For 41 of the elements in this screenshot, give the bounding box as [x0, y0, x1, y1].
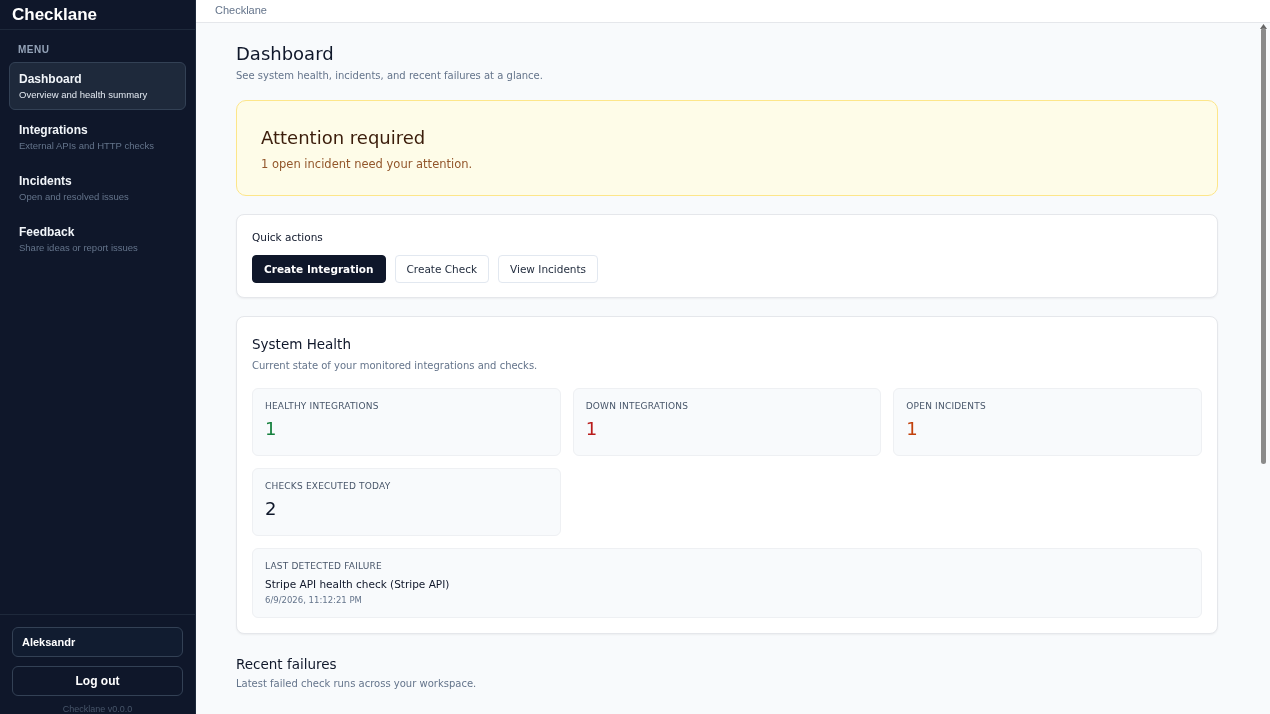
nav-item-description: Share ideas or report issues — [19, 242, 139, 253]
nav-item-label: Dashboard — [19, 72, 83, 86]
logout-button[interactable]: Log out — [12, 666, 183, 696]
alert-message: 1 open incident need your attention. — [261, 157, 474, 171]
action-button[interactable]: View Incidents — [498, 255, 599, 283]
failure-time: 6/9/2026, 11:12:21 PM — [265, 595, 363, 605]
failure-name: Stripe API health check (Stripe API) — [265, 578, 451, 590]
user-name[interactable]: Aleksandr — [12, 627, 183, 657]
nav-item-label: Incidents — [19, 174, 73, 188]
metric-label: DOWN INTEGRATIONS — [585, 401, 690, 411]
alert-title: Attention required — [261, 127, 427, 148]
menu-label: MENU — [18, 44, 50, 55]
metric-value: 1 — [585, 418, 599, 439]
metric-label: HEALTHY INTEGRATIONS — [265, 401, 380, 411]
metric-label: CHECKS EXECUTED TODAY — [265, 481, 392, 491]
section-subtitle: Latest failed check runs across your workspace. — [236, 678, 478, 689]
section-title: Recent failures — [236, 656, 338, 672]
nav-item-description: External APIs and HTTP checks — [19, 140, 155, 151]
nav-item-label: Feedback — [19, 225, 76, 239]
action-button[interactable]: Create Check — [394, 255, 490, 283]
page-subtitle: See system health, incidents, and recent failures at a glance. — [236, 70, 544, 81]
page-title: Dashboard — [236, 43, 335, 64]
action-button[interactable]: Create Integration — [252, 255, 386, 283]
nav-item[interactable]: Feedback Share ideas or report issues — [9, 215, 186, 263]
nav-item[interactable]: Dashboard Overview and health summary — [9, 62, 186, 110]
nav-item[interactable]: Incidents Open and resolved issues — [9, 164, 186, 212]
breadcrumb[interactable]: Checklane — [215, 4, 267, 16]
brand-name: Checklane — [12, 4, 98, 25]
card-title: Quick actions — [252, 231, 324, 243]
scrollbar-thumb[interactable] — [1261, 28, 1266, 464]
section-title: System Health — [252, 336, 352, 352]
metric-value: 1 — [265, 418, 278, 439]
metric-value: 2 — [265, 498, 278, 519]
nav-item-description: Overview and health summary — [19, 89, 149, 100]
panel-label: LAST DETECTED FAILURE — [265, 561, 383, 571]
nav-item-description: Open and resolved issues — [19, 191, 130, 202]
metric-value: 1 — [906, 418, 919, 439]
metric-label: OPEN INCIDENTS — [906, 401, 987, 411]
section-subtitle: Current state of your monitored integrations and checks. — [252, 360, 539, 371]
nav-item[interactable]: Integrations External APIs and HTTP checks — [9, 113, 186, 161]
nav-item-label: Integrations — [19, 123, 89, 137]
